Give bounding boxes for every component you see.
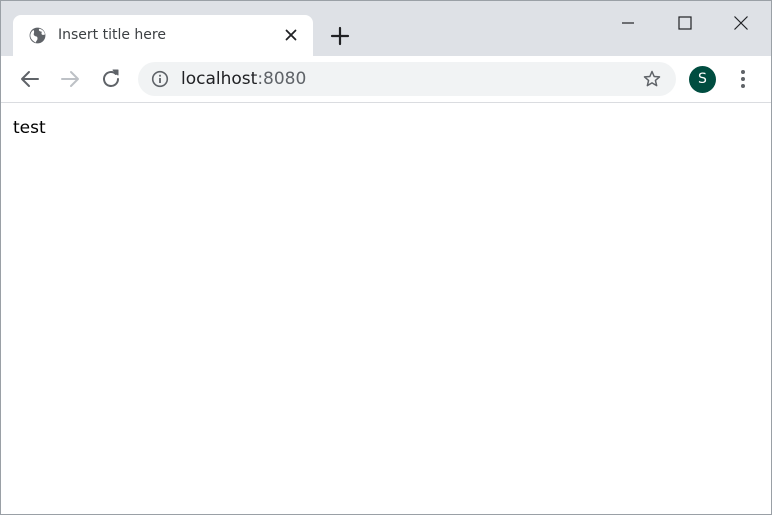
tab-strip: Insert title here [1, 1, 771, 56]
avatar[interactable]: S [689, 66, 716, 93]
minimize-icon[interactable] [618, 13, 638, 33]
url-port: :8080 [257, 69, 307, 89]
url-host: localhost [181, 69, 258, 89]
tab-title: Insert title here [58, 27, 166, 43]
browser-window: Insert title here localhost:8080 S test [0, 0, 772, 515]
kebab-menu-icon[interactable] [732, 67, 754, 91]
url-text[interactable]: localhost:8080 [181, 69, 306, 89]
maximize-icon[interactable] [675, 13, 695, 33]
info-icon[interactable] [151, 70, 169, 88]
forward-icon[interactable] [58, 67, 82, 91]
back-icon[interactable] [18, 67, 42, 91]
reload-icon[interactable] [99, 67, 123, 91]
tab-active[interactable]: Insert title here [13, 15, 313, 56]
window-close-icon[interactable] [731, 13, 751, 33]
body-text: test [13, 118, 46, 138]
new-tab-icon[interactable] [329, 25, 351, 47]
toolbar: localhost:8080 S [1, 56, 771, 103]
page-content: test [1, 103, 771, 514]
star-icon[interactable] [642, 69, 662, 89]
close-icon[interactable] [283, 27, 299, 43]
address-bar[interactable]: localhost:8080 [138, 62, 676, 96]
globe-icon [29, 27, 46, 44]
